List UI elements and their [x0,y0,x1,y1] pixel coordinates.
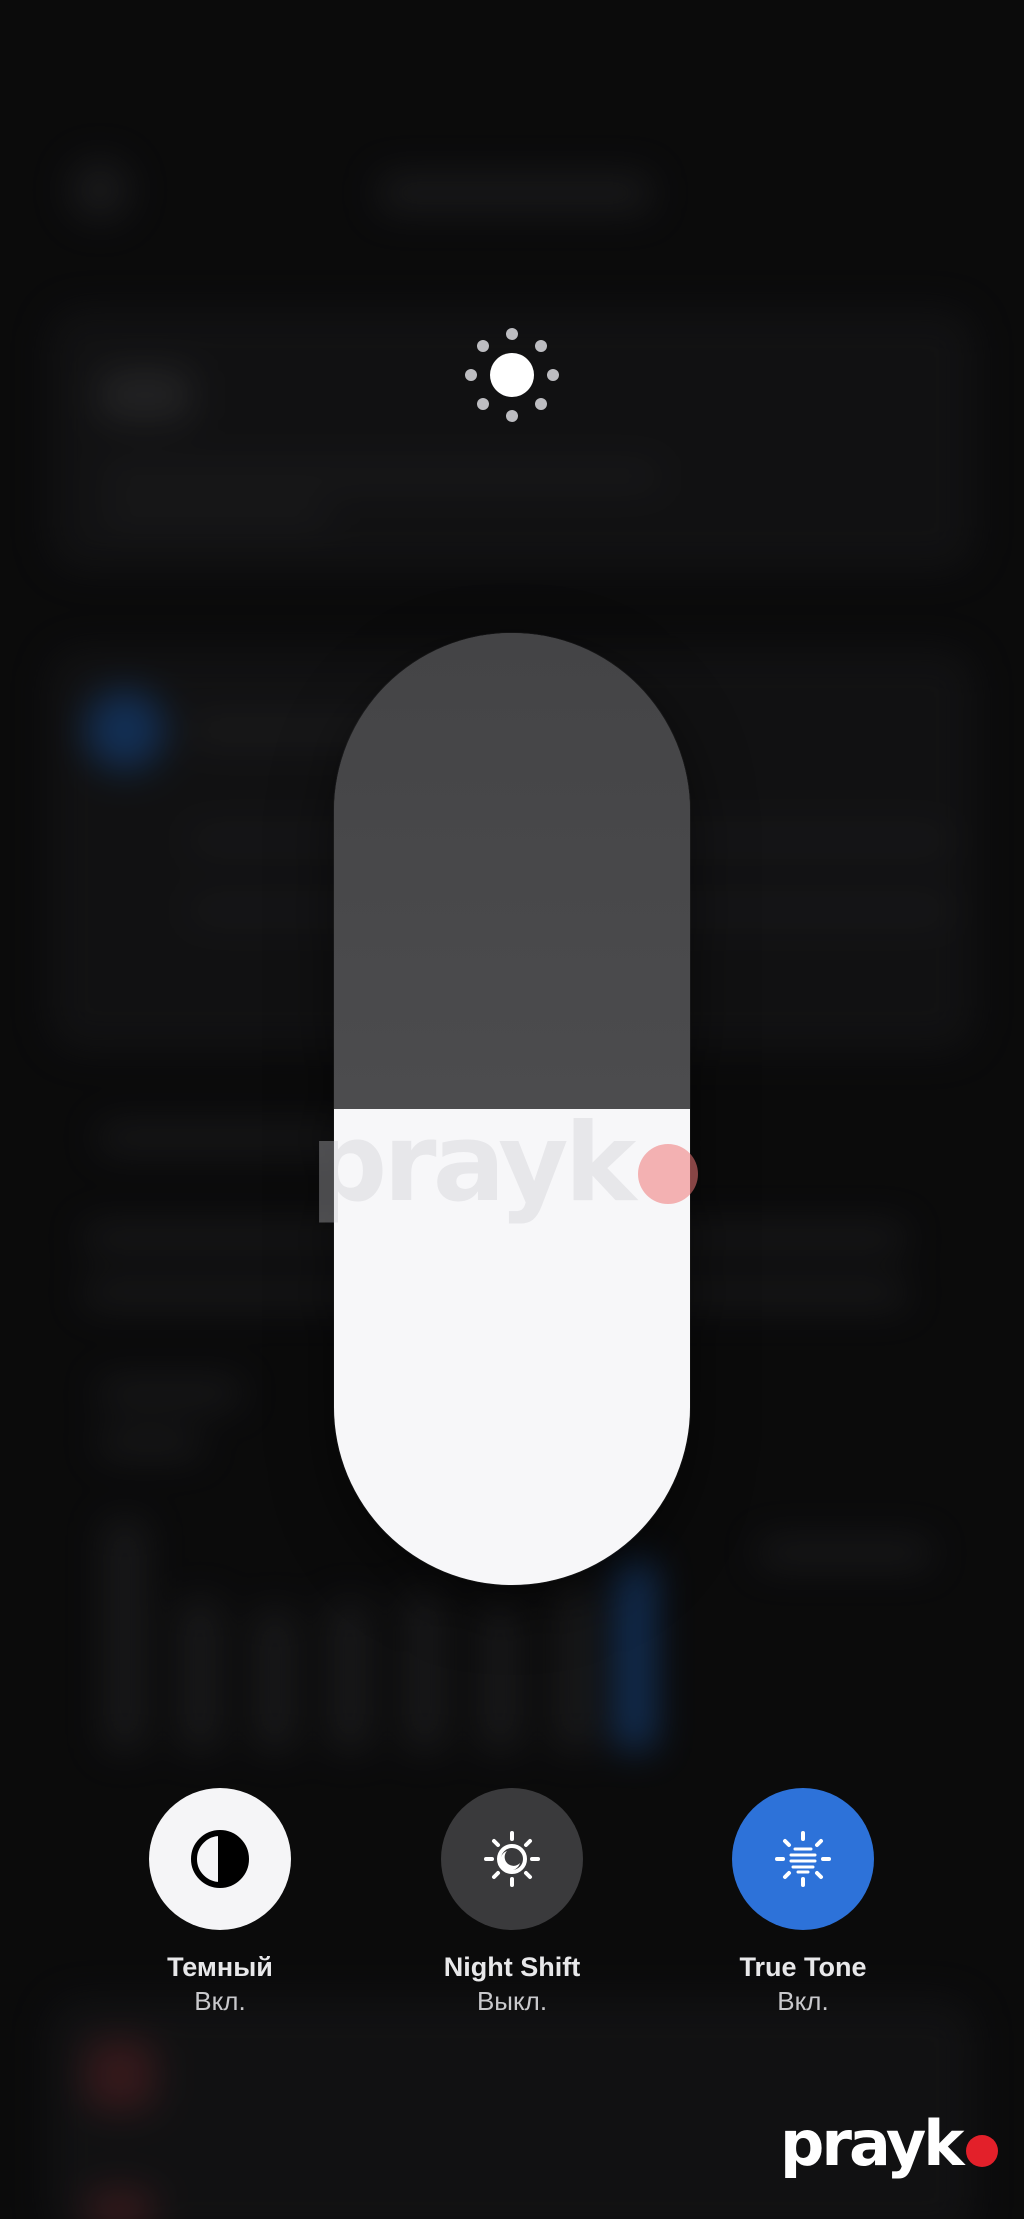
brightness-slider-track [334,633,690,1109]
watermark-logo-text: prayk [780,2106,965,2180]
night-shift-toggle: Night Shift Выкл. [392,1788,632,2018]
true-tone-toggle: True Tone Вкл. [683,1788,923,2018]
dark-mode-title: Темный [167,1952,273,1982]
night-shift-button[interactable] [441,1788,583,1930]
true-tone-title: True Tone [739,1952,867,1982]
true-tone-icon [771,1827,835,1891]
true-tone-button[interactable] [732,1788,874,1930]
watermark-logo-dot [965,2135,998,2167]
brightness-slider[interactable] [334,633,690,1585]
night-shift-status: Выкл. [476,1986,548,2016]
true-tone-status: Вкл. [777,1986,829,2016]
dark-mode-button[interactable] [149,1788,291,1930]
dark-mode-icon [188,1827,252,1891]
night-shift-title: Night Shift [443,1952,581,1982]
night-shift-icon [480,1827,544,1891]
dark-mode-status: Вкл. [194,1986,246,2016]
control-center-brightness-screen: prayk Темный Вкл. Night Shift Выкл. True… [0,0,1024,2219]
brightness-slider-fill [334,1109,690,1585]
dark-mode-toggle: Темный Вкл. [100,1788,340,2018]
watermark-logo: prayk [780,2105,998,2181]
sun-icon [462,325,562,425]
